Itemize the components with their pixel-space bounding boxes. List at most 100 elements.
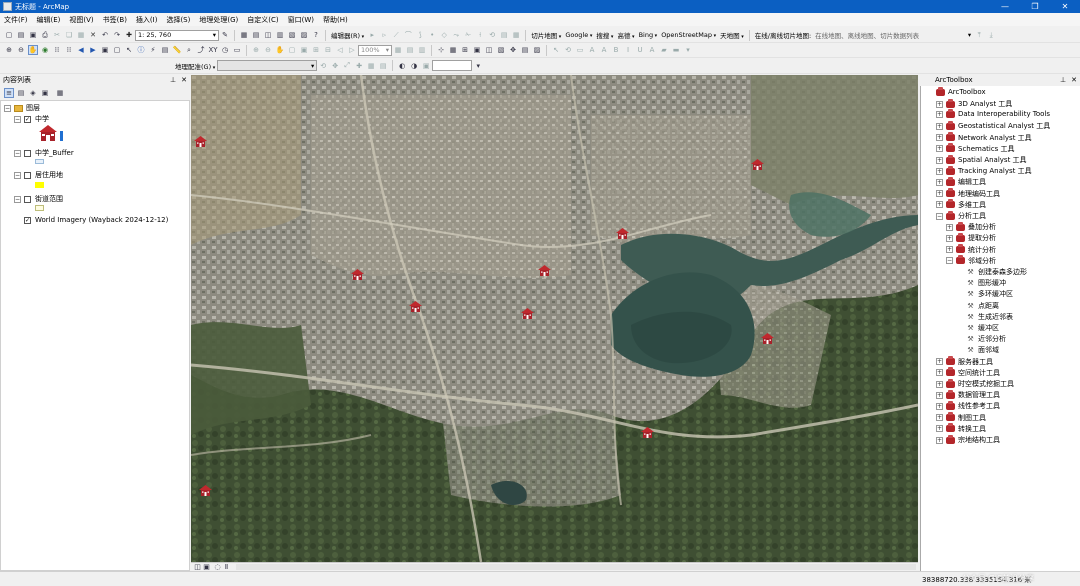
- list-by-drawing-order-icon[interactable]: ≡: [4, 88, 14, 98]
- time-slider-icon[interactable]: ◷: [220, 45, 230, 55]
- expand-icon[interactable]: +: [936, 145, 943, 153]
- zoom-100-icon[interactable]: ▣: [299, 45, 309, 55]
- graphics-rotate-icon[interactable]: ⟲: [563, 45, 573, 55]
- collapse-icon[interactable]: −: [14, 149, 21, 157]
- toolbox-item[interactable]: + 地理编码工具: [936, 188, 1000, 199]
- catalog-icon[interactable]: ▤: [251, 30, 261, 40]
- toolbox-item[interactable]: + Network Analyst 工具: [936, 132, 1032, 143]
- identify-icon[interactable]: ⓘ: [136, 45, 146, 55]
- close-icon[interactable]: ✕: [1071, 76, 1077, 84]
- menu-insert[interactable]: 插入(I): [136, 15, 158, 25]
- layout-forward-icon[interactable]: ▷: [347, 45, 357, 55]
- toolbox-item[interactable]: + 制图工具: [936, 412, 986, 423]
- print-icon[interactable]: ⎙: [40, 30, 50, 40]
- find-icon[interactable]: ⌕: [184, 45, 194, 55]
- attributes-icon[interactable]: ▤: [499, 30, 509, 40]
- tool-item[interactable]: ⚒ 生成近邻表: [966, 312, 1013, 322]
- expand-icon[interactable]: +: [936, 358, 943, 366]
- paste-icon[interactable]: ▦: [76, 30, 86, 40]
- georef-zoom-icon[interactable]: ▣: [472, 45, 482, 55]
- toolbox-item[interactable]: + Geostatistical Analyst 工具: [936, 120, 1050, 131]
- expand-icon[interactable]: +: [936, 122, 943, 130]
- graphics-line-icon[interactable]: ▬: [671, 45, 681, 55]
- go-to-xy-icon[interactable]: XY: [208, 45, 218, 55]
- georef-settings-icon[interactable]: ▨: [532, 45, 542, 55]
- html-popup-icon[interactable]: ▤: [160, 45, 170, 55]
- layout-zoom-out-icon[interactable]: ⊖: [263, 45, 273, 55]
- edit-annotation-icon[interactable]: ▹: [379, 30, 389, 40]
- expand-icon[interactable]: +: [936, 201, 943, 209]
- tool-item[interactable]: ⚒ 缓冲区: [966, 323, 999, 333]
- effects-swipe-icon[interactable]: ◐: [397, 61, 407, 71]
- chevron-down-icon[interactable]: ▾: [473, 61, 483, 71]
- list-by-source-icon[interactable]: ▤: [16, 88, 26, 98]
- list-by-visibility-icon[interactable]: ◈: [28, 88, 38, 98]
- menu-bookmarks[interactable]: 书签(B): [103, 15, 127, 25]
- online-tiles-combobox[interactable]: 在线地图、离线地图、切片数据列表 ▾: [813, 30, 973, 41]
- expand-icon[interactable]: +: [936, 178, 943, 186]
- toc-layer-street[interactable]: − 街道范围: [14, 194, 63, 204]
- forward-icon[interactable]: ▶: [88, 45, 98, 55]
- fixed-zoom-in-icon[interactable]: ⁞⁞: [52, 45, 62, 55]
- effects-layer-combobox[interactable]: [432, 60, 473, 71]
- edit-vertices-icon[interactable]: ◇: [439, 30, 449, 40]
- create-viewer-icon[interactable]: ▭: [232, 45, 242, 55]
- sketch-properties-icon[interactable]: ▦: [511, 30, 521, 40]
- zoom-in-icon[interactable]: ⊕: [4, 45, 14, 55]
- google-menu[interactable]: Google: [565, 31, 592, 39]
- clear-selection-icon[interactable]: ▢: [112, 45, 122, 55]
- editor-menu[interactable]: 编辑器(R): [331, 30, 364, 40]
- layout-zoom-combobox[interactable]: 100% ▾: [358, 44, 392, 56]
- snapping-icon[interactable]: ⊹: [436, 45, 446, 55]
- select-by-graphics-icon[interactable]: ▣: [100, 45, 110, 55]
- zoom-out-icon[interactable]: ⊖: [16, 45, 26, 55]
- effects-transparency-icon[interactable]: ▣: [421, 61, 431, 71]
- pan-icon[interactable]: ✋: [28, 45, 38, 55]
- data-view-icon[interactable]: ◫: [194, 563, 201, 571]
- pin-icon[interactable]: ⊥: [1060, 76, 1066, 84]
- minimize-icon[interactable]: —: [990, 0, 1020, 13]
- menu-windows[interactable]: 窗口(W): [288, 15, 314, 25]
- menu-edit[interactable]: 编辑(E): [37, 15, 61, 25]
- graphics-color-icon[interactable]: A: [647, 45, 657, 55]
- effects-flicker-icon[interactable]: ◑: [409, 61, 419, 71]
- map-view[interactable]: [191, 75, 918, 562]
- toolbox-item[interactable]: + 多维工具: [936, 199, 986, 210]
- expand-icon[interactable]: +: [936, 110, 943, 118]
- layer-visibility-checkbox[interactable]: [24, 195, 31, 203]
- expand-icon[interactable]: +: [936, 369, 943, 377]
- toolbox-item[interactable]: + Schematics 工具: [936, 143, 1015, 154]
- toc-options-icon[interactable]: ▦: [55, 88, 65, 98]
- toolset-item[interactable]: + 提取分析: [946, 232, 996, 243]
- collapse-icon[interactable]: −: [14, 115, 21, 123]
- graphics-underline-icon[interactable]: U: [635, 45, 645, 55]
- expand-icon[interactable]: +: [936, 425, 943, 433]
- expand-icon[interactable]: +: [946, 234, 953, 242]
- redo-icon[interactable]: ↷: [112, 30, 122, 40]
- close-icon[interactable]: ✕: [181, 76, 187, 84]
- expand-icon[interactable]: +: [936, 436, 943, 444]
- new-document-icon[interactable]: ▢: [4, 30, 14, 40]
- modelbuilder-icon[interactable]: ▨: [299, 30, 309, 40]
- expand-icon[interactable]: +: [946, 223, 953, 231]
- georef-points-icon[interactable]: ✥: [508, 45, 518, 55]
- layout-back-icon[interactable]: ◁: [335, 45, 345, 55]
- expand-icon[interactable]: +: [936, 190, 943, 198]
- toolbox-item[interactable]: + 宗地结构工具: [936, 434, 1000, 445]
- toc-layer-school[interactable]: − ✓ 中学: [14, 114, 49, 124]
- focus-data-frame-icon[interactable]: ▤: [405, 45, 415, 55]
- fixed-zoom-out-layout-icon[interactable]: ⊟: [323, 45, 333, 55]
- georeferencing-menu[interactable]: 地理配准(G): [175, 61, 215, 71]
- toc-layer-school-buffer[interactable]: − 中学_Buffer: [14, 148, 74, 158]
- layer-visibility-checkbox[interactable]: ✓: [24, 115, 31, 123]
- graphics-marker-icon[interactable]: ▾: [683, 45, 693, 55]
- expand-icon[interactable]: +: [936, 380, 943, 388]
- openstreetmap-menu[interactable]: OpenStreetMap: [661, 31, 716, 39]
- georef-grid-icon[interactable]: ▦: [448, 45, 458, 55]
- collapse-icon[interactable]: −: [14, 195, 21, 203]
- graphics-italic-icon[interactable]: I: [623, 45, 633, 55]
- toolbox-item[interactable]: + 编辑工具: [936, 176, 986, 187]
- toolbox-icon[interactable]: ▥: [275, 30, 285, 40]
- select-elements-icon[interactable]: ↖: [124, 45, 134, 55]
- edit-tool-icon[interactable]: ▸: [367, 30, 377, 40]
